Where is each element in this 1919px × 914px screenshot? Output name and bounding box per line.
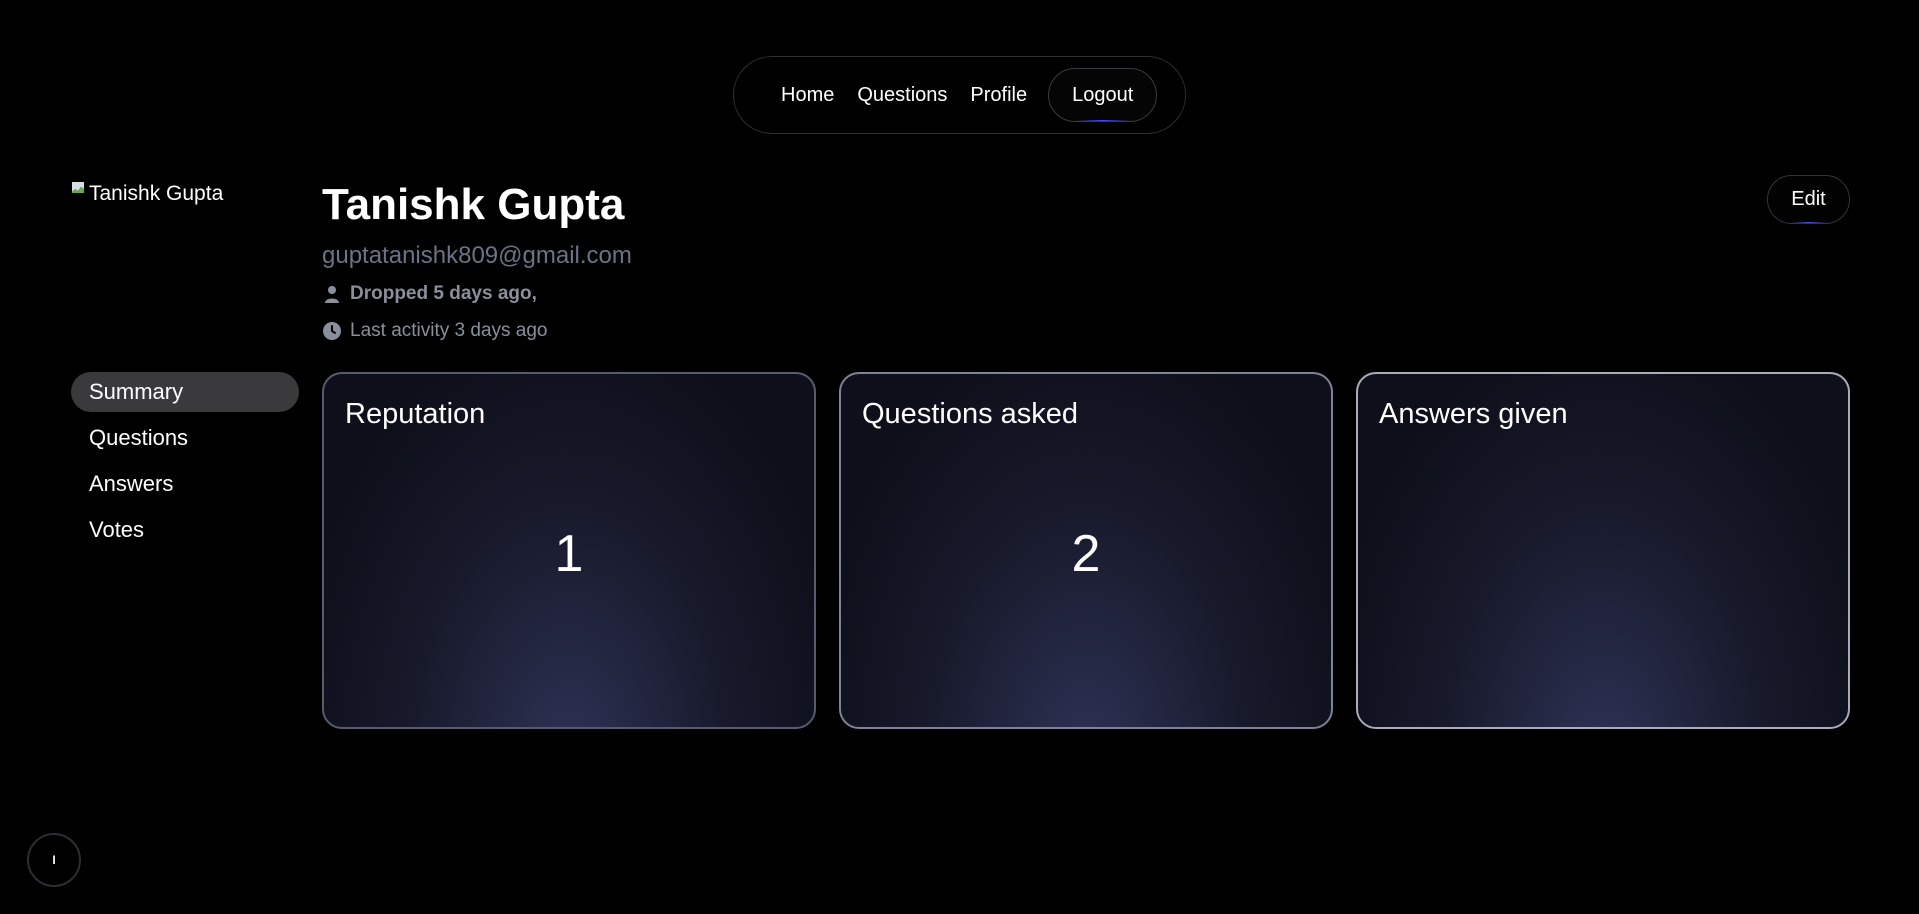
edit-label: Edit bbox=[1791, 188, 1826, 210]
logout-label: Logout bbox=[1072, 83, 1134, 106]
card-title: Questions asked bbox=[862, 398, 1079, 430]
top-nav: Home Questions Profile Logout bbox=[733, 56, 1186, 134]
sidebar-item-answers[interactable]: Answers bbox=[71, 464, 299, 504]
floating-action-button[interactable]: I bbox=[27, 833, 81, 887]
activity-text: Last activity 3 days ago bbox=[350, 320, 548, 341]
sidebar-item-questions[interactable]: Questions bbox=[71, 418, 299, 458]
nav-profile-link[interactable]: Profile bbox=[970, 84, 1027, 107]
sidebar-item-votes[interactable]: Votes bbox=[71, 510, 299, 550]
edit-profile-button[interactable]: Edit bbox=[1767, 175, 1850, 224]
clock-icon bbox=[323, 322, 341, 340]
logout-button[interactable]: Logout bbox=[1048, 68, 1158, 122]
questions-asked-card: Questions asked 2 bbox=[839, 372, 1333, 729]
joined-text: Dropped 5 days ago, bbox=[350, 283, 537, 304]
card-title: Reputation bbox=[345, 398, 486, 430]
activity-row: Last activity 3 days ago bbox=[322, 320, 548, 342]
logout-underline bbox=[1074, 120, 1131, 121]
card-value: 2 bbox=[1071, 525, 1101, 583]
nav-questions-link[interactable]: Questions bbox=[857, 84, 947, 107]
reputation-card: Reputation 1 bbox=[322, 372, 816, 729]
nav-home-link[interactable]: Home bbox=[781, 84, 834, 107]
broken-image-icon bbox=[72, 182, 84, 193]
answers-given-card: Answers given bbox=[1356, 372, 1850, 729]
profile-name: Tanishk Gupta bbox=[322, 180, 625, 229]
user-icon bbox=[325, 286, 339, 303]
profile-email: guptatanishk809@gmail.com bbox=[322, 242, 632, 269]
floating-button-label: I bbox=[52, 853, 56, 867]
card-title: Answers given bbox=[1379, 398, 1568, 430]
joined-row: Dropped 5 days ago, bbox=[322, 283, 537, 305]
avatar-alt-text: Tanishk Gupta bbox=[89, 182, 224, 205]
sidebar-item-summary[interactable]: Summary bbox=[71, 372, 299, 412]
edit-underline bbox=[1789, 222, 1828, 223]
avatar: Tanishk Gupta bbox=[71, 182, 223, 206]
profile-sidebar: Summary Questions Answers Votes bbox=[71, 372, 299, 556]
card-value: 1 bbox=[554, 525, 584, 583]
stats-cards: Reputation 1 Questions asked 2 Answers g… bbox=[322, 372, 1850, 729]
